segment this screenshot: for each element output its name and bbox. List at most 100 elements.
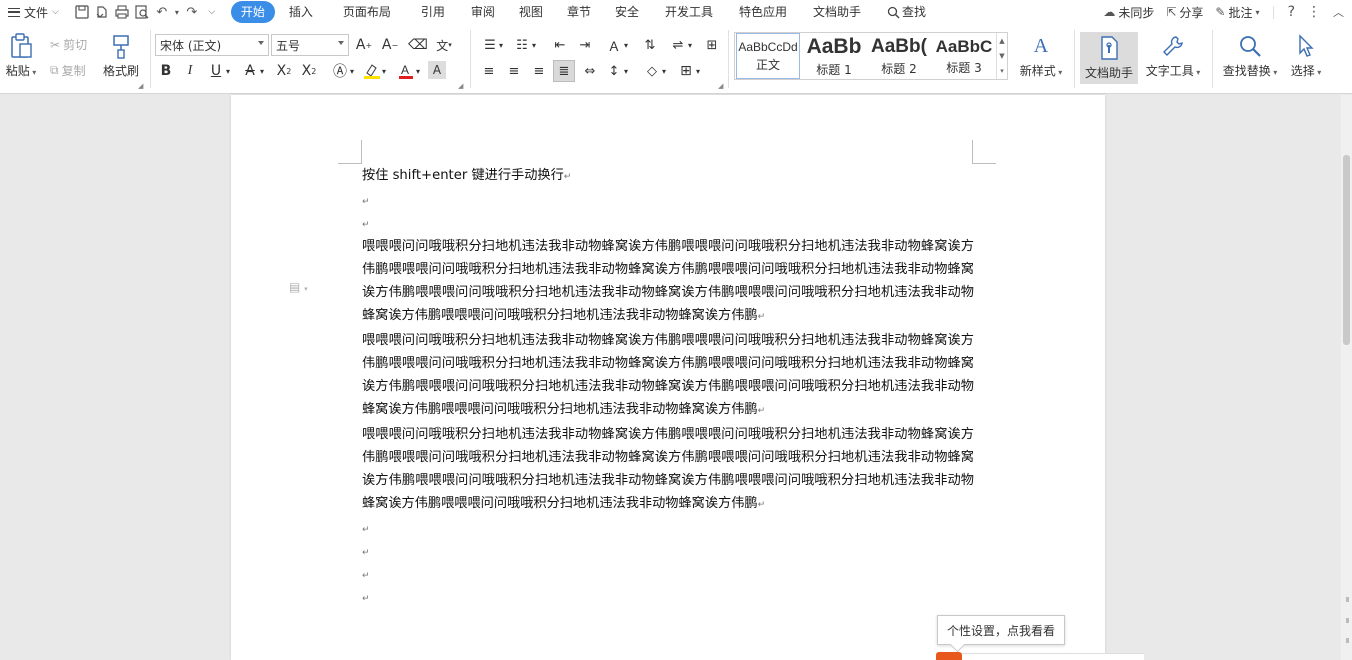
highlight-dropdown-icon[interactable]: ▾ <box>380 61 388 81</box>
clipboard-launcher-icon[interactable]: ◢ <box>138 82 143 90</box>
scrollbar-thumb[interactable] <box>1343 155 1350 345</box>
grow-font-icon[interactable]: A + <box>354 35 374 55</box>
more-options-icon[interactable]: ⋮ <box>1307 4 1321 20</box>
highlight-icon[interactable] <box>362 61 382 81</box>
doc-helper-button[interactable]: 文档助手 <box>1080 32 1138 84</box>
print-preview-icon[interactable] <box>133 3 151 21</box>
tab-page-layout[interactable]: 页面布局 <box>335 1 399 23</box>
tab-insert[interactable]: 插入 <box>281 1 321 23</box>
font-size-select[interactable]: 五号 <box>271 34 349 56</box>
styles-scroll[interactable]: ▲ ▼ ▾ <box>996 33 1007 79</box>
numbered-list-dropdown-icon[interactable]: ▾ <box>530 35 538 55</box>
clear-format-icon[interactable]: ⌫ <box>408 35 428 55</box>
paste-button[interactable]: 粘贴 ▾ <box>4 32 38 79</box>
scroll-marker <box>1346 597 1349 602</box>
tab-doc-helper[interactable]: 文档助手 <box>805 1 869 23</box>
scroll-up-icon[interactable]: ▲ <box>999 37 1004 45</box>
chinese-layout-icon[interactable]: Ａ <box>604 35 624 55</box>
tab-home[interactable]: 开始 <box>230 1 275 23</box>
text-tools-button[interactable]: 文字工具 ▾ <box>1144 32 1202 79</box>
character-shading-icon[interactable]: A <box>428 61 446 79</box>
show-marks-icon[interactable]: ⊞ <box>702 35 722 55</box>
convert-icon[interactable] <box>93 3 111 21</box>
italic-button[interactable]: I <box>180 61 200 81</box>
phonetic-guide-icon[interactable]: 文 ▾ <box>434 35 454 55</box>
format-painter-button[interactable]: 格式刷 <box>100 32 142 79</box>
shading-icon[interactable]: ◇ <box>642 61 662 81</box>
subscript-icon[interactable]: X2 <box>299 61 319 81</box>
sync-status[interactable]: ☁ 未同步 <box>1103 4 1154 21</box>
distribute-icon[interactable]: ⇔ <box>580 61 600 81</box>
undo-dropdown-icon[interactable]: ▾ <box>173 3 181 21</box>
chinese-layout-dropdown-icon[interactable]: ▾ <box>622 35 630 55</box>
increase-indent-icon[interactable]: ⇥ <box>575 35 595 55</box>
text-effect-icon[interactable]: Ⓐ <box>330 61 350 81</box>
align-left-icon[interactable]: ≡ <box>479 61 499 81</box>
line-spacing-icon[interactable]: ⇌ <box>668 35 688 55</box>
find-replace-button[interactable]: 查找替换 ▾ <box>1220 32 1280 79</box>
line-spacing-dropdown-icon[interactable]: ▾ <box>686 35 694 55</box>
help-icon[interactable]: ? <box>1288 4 1295 20</box>
undo-icon[interactable]: ↶ <box>153 3 171 21</box>
decrease-indent-icon[interactable]: ⇤ <box>550 35 570 55</box>
new-style-button[interactable]: A 新样式 ▾ <box>1016 32 1066 79</box>
shrink-font-icon[interactable]: A − <box>380 35 400 55</box>
font-color-dropdown-icon[interactable]: ▾ <box>414 61 422 81</box>
search-label: 查找 <box>902 5 927 19</box>
align-right-icon[interactable]: ≡ <box>529 61 549 81</box>
tab-security[interactable]: 安全 <box>607 1 647 23</box>
cut-button[interactable]: ✂ 剪切 <box>50 36 87 53</box>
annotate-button[interactable]: ✎ 批注 ▾ <box>1215 4 1259 21</box>
share-button[interactable]: ⇱ 分享 <box>1166 4 1203 21</box>
sort-icon[interactable]: ⇅ <box>640 35 660 55</box>
save-icon[interactable] <box>73 3 91 21</box>
personalize-tooltip[interactable]: 个性设置，点我看看 <box>937 615 1065 645</box>
paragraph-spacing-icon[interactable]: ↕ <box>604 61 624 81</box>
tab-review[interactable]: 审阅 <box>463 1 503 23</box>
wps-logo-icon[interactable] <box>936 652 962 660</box>
underline-button[interactable]: U <box>206 61 226 81</box>
scroll-down-icon[interactable]: ▼ <box>999 52 1004 60</box>
borders-icon[interactable]: ⊞ <box>676 61 696 81</box>
tab-references[interactable]: 引用 <box>413 1 453 23</box>
styles-gallery: AaBbCcDd 正文 AaBb 标题 1 AaBb( 标题 2 AaBbC 标… <box>734 32 1008 80</box>
expand-icon[interactable]: ▾ <box>1000 67 1004 75</box>
font-color-icon[interactable]: A <box>396 61 416 81</box>
redo-icon[interactable]: ↷ <box>183 3 201 21</box>
search-command[interactable]: 查找 <box>879 1 934 23</box>
style-label: 标题 3 <box>946 60 982 75</box>
shading-dropdown-icon[interactable]: ▾ <box>660 61 668 81</box>
borders-dropdown-icon[interactable]: ▾ <box>694 61 702 81</box>
superscript-icon[interactable]: X2 <box>274 61 294 81</box>
numbered-list-icon[interactable]: ☷ <box>512 35 532 55</box>
strikethrough-icon[interactable]: A <box>240 61 260 81</box>
print-icon[interactable] <box>113 3 131 21</box>
justify-icon[interactable]: ≣ <box>553 60 575 82</box>
tab-view[interactable]: 视图 <box>511 1 551 23</box>
tab-chapter[interactable]: 章节 <box>559 1 599 23</box>
text-effect-dropdown-icon[interactable]: ▾ <box>348 61 356 81</box>
font-launcher-icon[interactable]: ◢ <box>458 82 463 90</box>
select-button[interactable]: 选择 ▾ <box>1286 32 1326 79</box>
font-name-select[interactable]: 宋体 (正文) <box>155 34 269 56</box>
paragraph-launcher-icon[interactable]: ◢ <box>718 82 723 90</box>
strikethrough-dropdown-icon[interactable]: ▾ <box>258 61 266 81</box>
copy-button[interactable]: ⧉ 复制 <box>50 62 86 79</box>
style-heading-3[interactable]: AaBbC 标题 3 <box>933 33 995 79</box>
align-center-icon[interactable]: ≡ <box>504 61 524 81</box>
document-body[interactable]: 按住 shift+enter 键进行手动换行↵ ↵ ↵ 喂喂喂问问哦哦积分扫地机… <box>362 164 974 609</box>
underline-dropdown-icon[interactable]: ▾ <box>224 61 232 81</box>
file-menu[interactable]: 文件 ⌵ <box>0 0 59 24</box>
tab-developer[interactable]: 开发工具 <box>657 1 721 23</box>
quick-access-dropdown-icon[interactable]: ⌵ <box>203 3 221 21</box>
paragraph-spacing-dropdown-icon[interactable]: ▾ <box>622 61 630 81</box>
paragraph-handle-icon[interactable]: ▤ ▾ <box>289 280 308 294</box>
bullet-list-dropdown-icon[interactable]: ▾ <box>497 35 505 55</box>
vertical-scrollbar[interactable] <box>1341 95 1352 660</box>
style-heading-1[interactable]: AaBb 标题 1 <box>803 33 865 79</box>
tab-special-apps[interactable]: 特色应用 <box>731 1 795 23</box>
collapse-ribbon-icon[interactable]: ︿ <box>1333 4 1344 20</box>
style-normal[interactable]: AaBbCcDd 正文 <box>736 33 800 79</box>
style-heading-2[interactable]: AaBb( 标题 2 <box>867 33 931 79</box>
bold-button[interactable]: B <box>156 61 176 81</box>
